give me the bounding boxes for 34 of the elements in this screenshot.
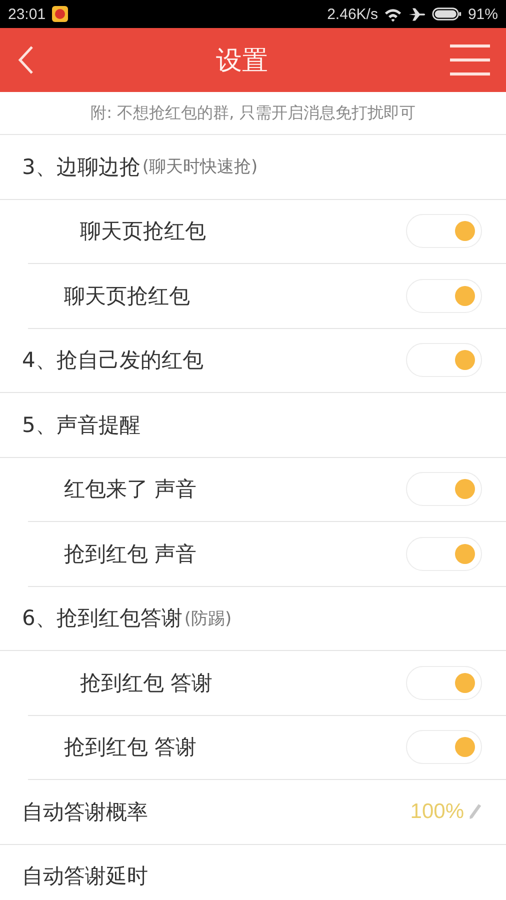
status-time: 23:01 bbox=[8, 6, 46, 22]
section-title: 自动答谢概率 bbox=[22, 798, 148, 826]
section-title: 4、抢自己发的红包 bbox=[22, 347, 204, 374]
section-title: 5、声音提醒 bbox=[22, 412, 140, 439]
toggle-switch[interactable] bbox=[406, 666, 482, 700]
wifi-icon bbox=[384, 6, 402, 22]
setting-label: 红包来了 声音 bbox=[64, 476, 197, 504]
airplane-icon bbox=[408, 6, 426, 22]
toggle-switch[interactable] bbox=[406, 278, 482, 313]
toggle-switch[interactable] bbox=[406, 214, 482, 248]
back-icon[interactable] bbox=[18, 45, 34, 75]
toggle-switch[interactable] bbox=[406, 730, 482, 764]
network-speed: 2.46K/s bbox=[327, 6, 378, 22]
section-title: 3、边聊边抢 bbox=[22, 154, 140, 181]
setting-label: 聊天页抢红包 bbox=[64, 282, 190, 310]
page-title: 设置 bbox=[216, 44, 268, 78]
toggle-switch[interactable] bbox=[406, 536, 482, 571]
probability-value[interactable]: 100% bbox=[410, 800, 464, 824]
toggle-switch[interactable] bbox=[406, 343, 482, 378]
pencil-icon[interactable] bbox=[468, 802, 482, 821]
section-title: 6、抢到红包答谢 bbox=[22, 605, 182, 632]
setting-label: 抢到红包 声音 bbox=[64, 540, 197, 568]
section-note: (防踢) bbox=[184, 608, 232, 630]
battery-icon bbox=[432, 7, 462, 21]
section-note: (聊天时快速抢) bbox=[142, 156, 258, 178]
setting-label: 抢到红包 答谢 bbox=[80, 670, 213, 697]
notice-text: 附: 不想抢红包的群, 只需开启消息免打扰即可 bbox=[90, 102, 416, 124]
toggle-switch[interactable] bbox=[406, 472, 482, 506]
battery-level: 91% bbox=[468, 6, 498, 22]
setting-label: 聊天页抢红包 bbox=[80, 218, 206, 246]
menu-icon[interactable] bbox=[450, 44, 490, 76]
setting-label: 抢到红包 答谢 bbox=[64, 734, 197, 762]
section-title: 自动答谢延时 bbox=[22, 863, 148, 890]
app-notification-icon bbox=[52, 6, 68, 22]
